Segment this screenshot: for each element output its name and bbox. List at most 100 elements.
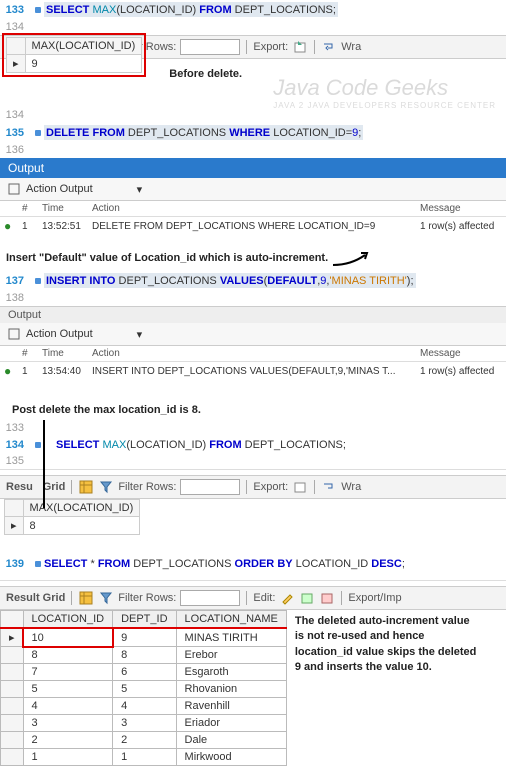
dropdown-icon[interactable]: ▾ <box>137 183 143 196</box>
code-line-135[interactable]: 135 DELETE FROM DEPT_LOCATIONS WHERE LOC… <box>0 123 506 142</box>
edit-icon-3[interactable] <box>319 590 335 606</box>
row-handle[interactable]: ▸ <box>5 517 24 535</box>
table-cell: 4 <box>23 698 113 715</box>
arrow-annotation-icon <box>331 249 371 267</box>
table-row[interactable]: 76Esgaroth <box>1 664 287 681</box>
row-handle[interactable] <box>1 664 24 681</box>
code-line-138[interactable]: 138 <box>0 290 506 306</box>
code-line-135b[interactable]: 135 <box>0 453 506 469</box>
row-handle[interactable]: ▸ <box>7 55 26 73</box>
row-handle[interactable] <box>1 749 24 766</box>
line-number: 135 <box>0 455 32 467</box>
wrap-icon[interactable] <box>321 479 337 495</box>
result-table-max: MAX(LOCATION_ID) ▸9 <box>6 37 142 73</box>
edit-icon-2[interactable] <box>299 590 315 606</box>
table-row[interactable]: 11Mirkwood <box>1 749 287 766</box>
table-cell: 2 <box>113 732 176 749</box>
sql-code: DELETE FROM DEPT_LOCATIONS WHERE LOCATIO… <box>44 125 363 140</box>
table-cell: 9 <box>113 628 176 647</box>
output-table: # Time Action Message ● 1 13:54:40 INSER… <box>0 346 506 380</box>
code-line-139[interactable]: 139 SELECT * FROM DEPT_LOCATIONS ORDER B… <box>0 555 506 572</box>
edit-icon[interactable] <box>279 590 295 606</box>
line-number: 136 <box>0 144 32 156</box>
table-row[interactable]: 88Erebor <box>1 647 287 664</box>
code-line-134c[interactable]: 134 SELECT MAX(LOCATION_ID) FROM DEPT_LO… <box>0 436 506 453</box>
col-location-name[interactable]: LOCATION_NAME <box>176 611 286 629</box>
row-handle[interactable] <box>1 715 24 732</box>
output-mode-icon[interactable] <box>6 326 22 342</box>
export-icon[interactable] <box>292 479 308 495</box>
table-row[interactable]: 33Eriador <box>1 715 287 732</box>
table-row[interactable]: 22Dale <box>1 732 287 749</box>
code-line-133[interactable]: 133 SELECT MAX(LOCATION_ID) FROM DEPT_LO… <box>0 0 506 19</box>
wrap-icon[interactable] <box>321 39 337 55</box>
table-cell: 8 <box>23 647 113 664</box>
active-line-dot <box>35 278 41 284</box>
output-toolbar: Action Output ▾ <box>0 178 506 201</box>
row-handle[interactable] <box>1 647 24 664</box>
filter-rows-label: Filter Rows: <box>118 592 176 604</box>
grid-icon[interactable] <box>78 479 94 495</box>
wrap-label: Wra <box>341 41 361 53</box>
table-cell: 6 <box>113 664 176 681</box>
result-value: 8 <box>23 517 140 535</box>
code-line-134b[interactable]: 134 <box>0 107 506 123</box>
result-table-max-2: MAX(LOCATION_ID) ▸8 <box>4 499 140 535</box>
active-line-dot <box>35 561 41 567</box>
table-cell: Mirkwood <box>176 749 286 766</box>
line-number: 134 <box>0 439 32 451</box>
grid-icon[interactable] <box>78 590 94 606</box>
table-row[interactable]: 55Rhovanion <box>1 681 287 698</box>
wrap-label: Wra <box>341 481 361 493</box>
table-cell: Esgaroth <box>176 664 286 681</box>
code-line-136[interactable]: 136 <box>0 142 506 158</box>
line-number: 133 <box>0 4 32 16</box>
code-line-137[interactable]: 137 INSERT INTO DEPT_LOCATIONS VALUES(DE… <box>0 271 506 290</box>
row-handle[interactable] <box>1 732 24 749</box>
table-cell: Dale <box>176 732 286 749</box>
output-panel-header-collapsed: Output <box>0 306 506 323</box>
export-icon[interactable] <box>292 39 308 55</box>
success-icon: ● <box>4 364 11 378</box>
filter-input[interactable] <box>180 479 240 495</box>
table-cell: 4 <box>113 698 176 715</box>
line-number: 134 <box>0 21 32 33</box>
dropdown-icon[interactable]: ▾ <box>137 328 143 341</box>
output-row[interactable]: ● 1 13:54:40 INSERT INTO DEPT_LOCATIONS … <box>0 362 506 381</box>
table-cell: Eriador <box>176 715 286 732</box>
output-table: # Time Action Message ● 1 13:52:51 DELET… <box>0 201 506 235</box>
sql-code: SELECT MAX(LOCATION_ID) FROM DEPT_LOCATI… <box>44 2 338 17</box>
line-number: 138 <box>0 292 32 304</box>
filter-icon[interactable] <box>98 479 114 495</box>
row-handle[interactable] <box>1 681 24 698</box>
action-output-label: Action Output <box>26 328 93 340</box>
table-cell: 3 <box>113 715 176 732</box>
row-handle[interactable] <box>1 698 24 715</box>
table-cell: 5 <box>113 681 176 698</box>
table-row[interactable]: ▸109MINAS TIRITH <box>1 628 287 647</box>
table-cell: 1 <box>113 749 176 766</box>
table-cell: 5 <box>23 681 113 698</box>
annotation-before-delete: Before delete. <box>169 68 242 80</box>
output-mode-icon[interactable] <box>6 181 22 197</box>
filter-icon[interactable] <box>98 590 114 606</box>
dept-locations-table: LOCATION_ID DEPT_ID LOCATION_NAME ▸109MI… <box>0 610 287 766</box>
result-grid-label: Result Grid <box>6 481 65 493</box>
filter-input[interactable] <box>180 590 240 606</box>
annotation-insert-default: Insert "Default" value of Location_id wh… <box>6 252 328 264</box>
export-label: Export: <box>253 41 288 53</box>
table-cell: 8 <box>113 647 176 664</box>
row-handle[interactable]: ▸ <box>1 628 24 647</box>
col-dept-id[interactable]: DEPT_ID <box>113 611 176 629</box>
result-toolbar: Result Grid Filter Rows: Export: Wra <box>0 475 506 499</box>
table-row[interactable]: 44Ravenhill <box>1 698 287 715</box>
line-number: 135 <box>0 127 32 139</box>
active-line-dot <box>35 130 41 136</box>
line-number: 137 <box>0 275 32 287</box>
code-line-133b[interactable]: 133 <box>0 420 506 436</box>
line-number: 134 <box>0 109 32 121</box>
output-row[interactable]: ● 1 13:52:51 DELETE FROM DEPT_LOCATIONS … <box>0 217 506 236</box>
output-panel-header: Output <box>0 158 506 178</box>
col-location-id[interactable]: LOCATION_ID <box>23 611 113 629</box>
table-cell: Erebor <box>176 647 286 664</box>
